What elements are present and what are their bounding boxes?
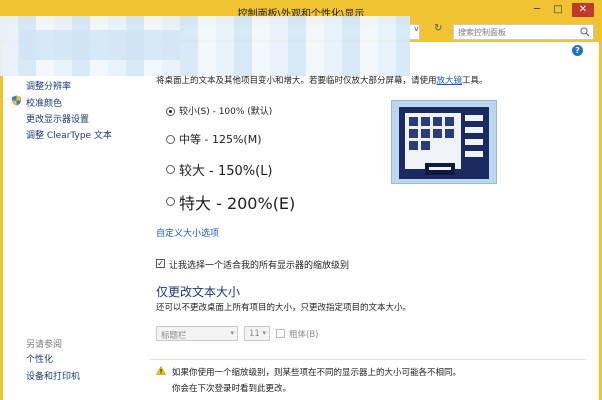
refresh-icon[interactable]: ↻ xyxy=(434,23,442,34)
page-description: 将桌面上的文本及其他项目变小和增大。若要临时仅放大部分屏幕，请使用放大镜工具。 xyxy=(156,74,488,86)
help-icon[interactable]: ? xyxy=(572,45,583,56)
preview-tile xyxy=(421,117,430,126)
preview-tile xyxy=(433,129,442,138)
text-size-section-title: 仅更改文本大小 xyxy=(156,285,241,299)
radio-medium[interactable] xyxy=(166,135,175,144)
item-select-value: 标题栏 xyxy=(161,331,187,341)
sidebar-item-personalization[interactable]: 个性化 xyxy=(26,352,53,365)
font-size-value: 11 xyxy=(249,329,260,339)
sidebar-item-adjust-resolution[interactable]: 调整分辨率 xyxy=(26,79,71,92)
chevron-down-icon[interactable]: v xyxy=(414,24,419,33)
preview-taskbar xyxy=(425,163,455,175)
blurred-region-inner xyxy=(20,30,180,60)
text-size-section-desc: 还可以不更改桌面上所有项目的大小，只更改指定项目的文本大小。 xyxy=(156,303,412,313)
radio-extra-large[interactable] xyxy=(166,197,175,206)
warning-text-2: 你会在下次登录时看到此更改。 xyxy=(172,384,292,394)
bold-checkbox[interactable] xyxy=(276,329,285,338)
preview-bar xyxy=(465,127,483,133)
preview-bar xyxy=(465,139,483,145)
scaling-checkbox[interactable]: ✓ xyxy=(156,259,165,268)
search-icon[interactable] xyxy=(580,27,590,37)
option-extra-large-label[interactable]: 特大 - 200%(E) xyxy=(179,190,295,214)
preview-tile xyxy=(409,141,418,150)
custom-sizing-link[interactable]: 自定义大小选项 xyxy=(156,226,219,239)
preview-tile xyxy=(445,117,454,126)
description-text-end: 工具。 xyxy=(462,76,488,86)
preview-window xyxy=(405,113,461,169)
option-larger-label[interactable]: 较大 - 150%(L) xyxy=(179,160,273,179)
magnifier-link[interactable]: 放大镜 xyxy=(437,76,463,86)
chevron-down-icon: ▾ xyxy=(262,329,266,337)
bold-checkbox-label[interactable]: 粗体(B) xyxy=(289,328,318,340)
font-size-select[interactable]: 11 ▾ xyxy=(244,326,270,341)
preview-tile xyxy=(445,129,454,138)
description-text: 将桌面上的文本及其他项目变小和增大。若要临时仅放大部分屏幕，请使用 xyxy=(156,76,437,86)
preview-tile xyxy=(421,129,430,138)
preview-tile xyxy=(409,129,418,138)
option-smaller-label[interactable]: 较小(S) - 100% (默认) xyxy=(179,104,272,117)
display-preview-image xyxy=(391,100,497,184)
option-medium-label[interactable]: 中等 - 125%(M) xyxy=(179,131,261,147)
sidebar-item-display-settings[interactable]: 更改显示器设置 xyxy=(26,112,89,125)
preview-tile xyxy=(409,117,418,126)
warning-icon xyxy=(156,366,166,375)
shield-icon xyxy=(12,95,21,106)
item-select[interactable]: 标题栏 ▾ xyxy=(156,326,238,341)
divider xyxy=(150,359,586,360)
see-also-heading: 另请参阅 xyxy=(26,340,63,350)
minimize-button[interactable]: ─ xyxy=(528,3,546,17)
preview-tile xyxy=(421,141,430,150)
warning-text-1: 如果你使用一个缩放级别，则某些项在不同的显示器上的大小可能各不相同。 xyxy=(172,368,462,378)
preview-bar xyxy=(465,115,483,121)
chevron-down-icon: ▾ xyxy=(230,329,234,337)
search-input[interactable]: 搜索控制面板 xyxy=(453,24,594,40)
scaling-checkbox-label[interactable]: 让我选择一个适合我的所有显示器的缩放级别 xyxy=(169,258,349,271)
sidebar-item-devices-printers[interactable]: 设备和打印机 xyxy=(26,369,80,382)
sidebar-item-calibrate-color[interactable]: 校准颜色 xyxy=(26,96,62,109)
close-button[interactable]: ✕ xyxy=(572,3,594,17)
preview-bar xyxy=(465,151,483,157)
sidebar-item-cleartype[interactable]: 调整 ClearType 文本 xyxy=(26,128,112,141)
maximize-button[interactable]: □ xyxy=(549,3,567,17)
radio-larger[interactable] xyxy=(166,165,175,174)
preview-tile xyxy=(433,117,442,126)
content-area xyxy=(0,42,602,400)
preview-screen xyxy=(399,107,489,179)
radio-smaller[interactable] xyxy=(166,107,175,116)
